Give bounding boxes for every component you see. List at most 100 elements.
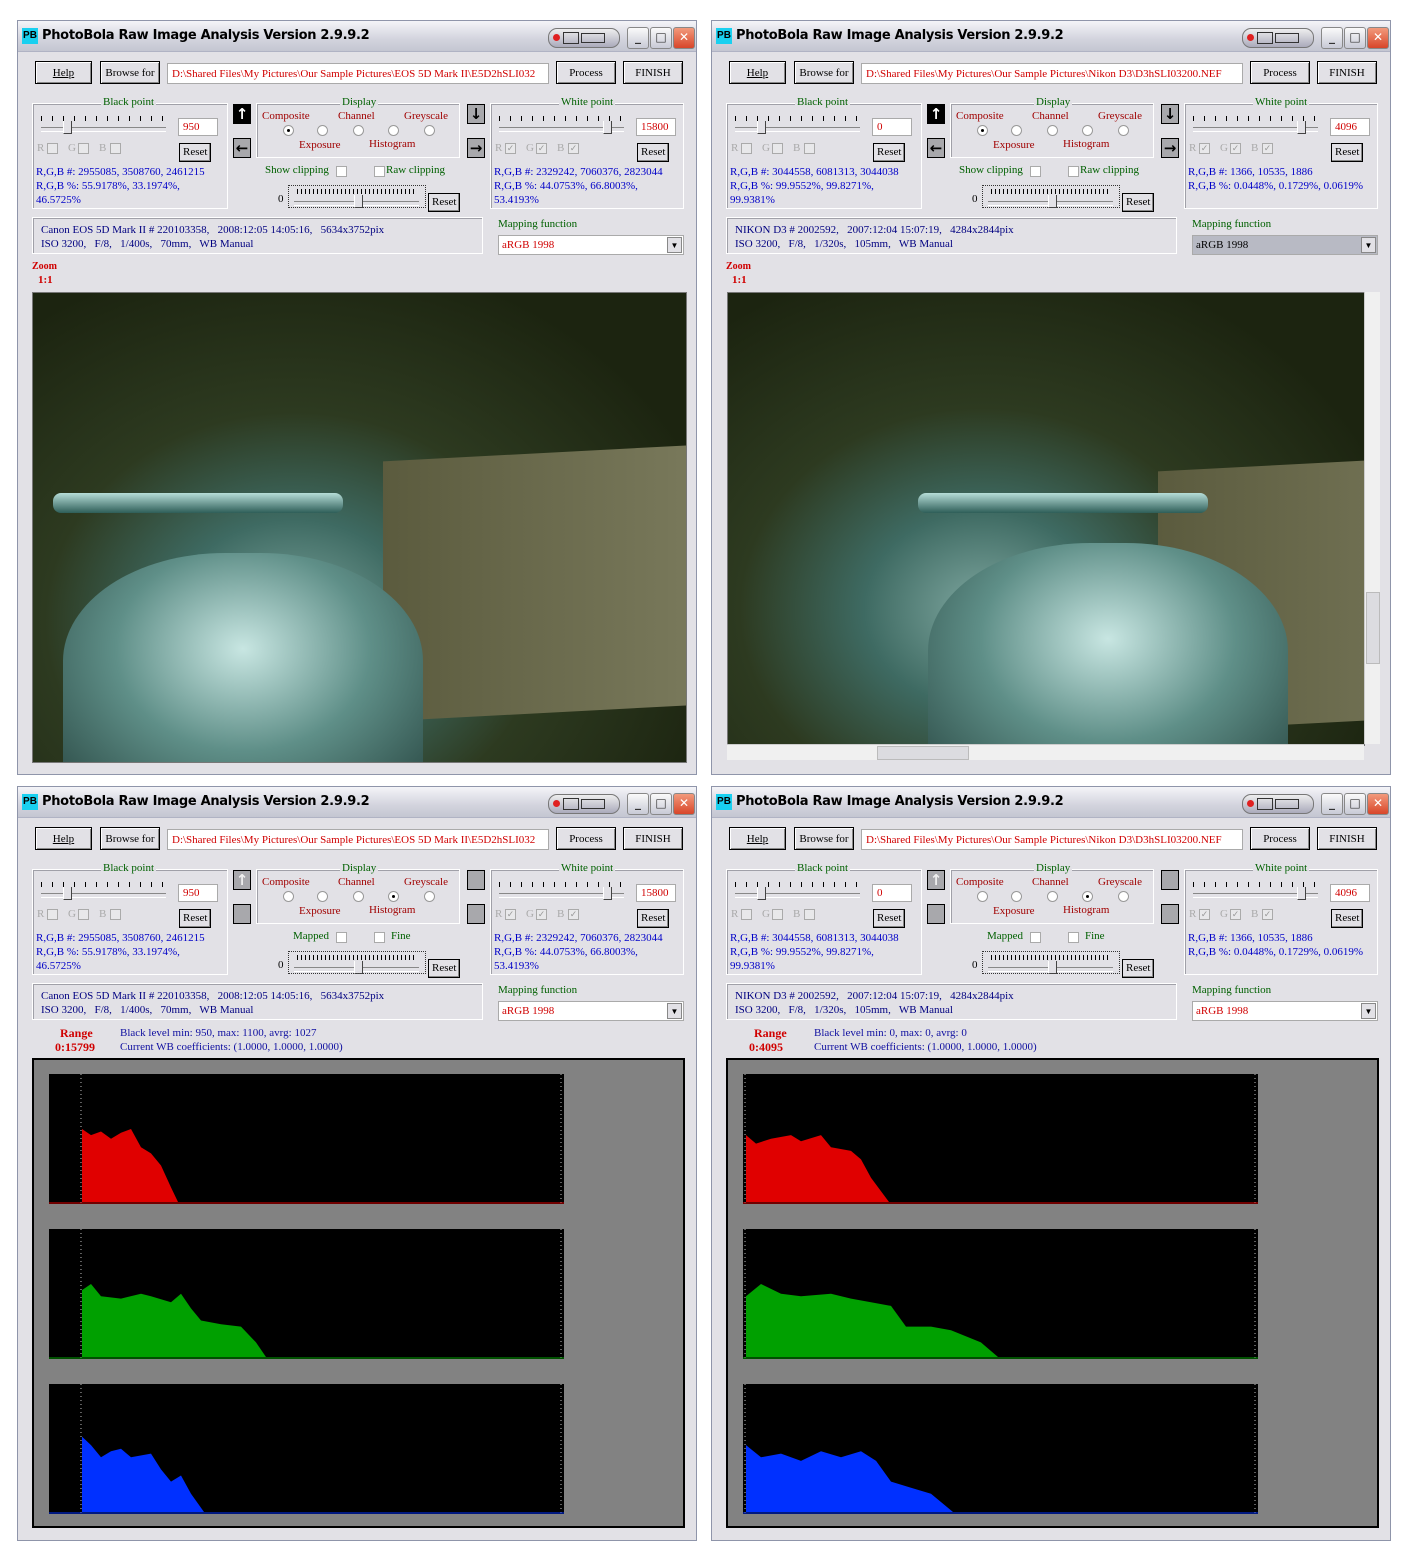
- blank-button-right-bottom[interactable]: [467, 904, 485, 924]
- white-point-value-field[interactable]: 4096: [1330, 118, 1370, 136]
- exposure-reset-button[interactable]: Reset: [1122, 959, 1155, 978]
- mapping-function-select[interactable]: aRGB 1998 ▼: [1192, 235, 1378, 255]
- black-point-value-field[interactable]: 0: [872, 884, 912, 902]
- blank-button-left[interactable]: [233, 904, 251, 924]
- process-button[interactable]: Process: [1250, 61, 1310, 84]
- white-point-g-checkbox[interactable]: ✓: [1230, 143, 1241, 154]
- help-button[interactable]: Help: [35, 61, 92, 84]
- black-point-slider-thumb[interactable]: [757, 887, 766, 900]
- vertical-scrollbar[interactable]: [1364, 292, 1380, 744]
- white-point-r-checkbox[interactable]: ✓: [1199, 143, 1210, 154]
- chevron-down-icon[interactable]: ▼: [1361, 1003, 1376, 1019]
- arrow-right-button[interactable]: →: [467, 138, 485, 158]
- black-point-r-checkbox[interactable]: [741, 909, 752, 920]
- black-point-g-checkbox[interactable]: [78, 143, 89, 154]
- file-path-field[interactable]: D:\Shared Files\My Pictures\Our Sample P…: [861, 63, 1243, 84]
- white-point-b-checkbox[interactable]: ✓: [568, 143, 579, 154]
- exposure-slider-thumb[interactable]: [354, 961, 363, 974]
- arrow-up-button[interactable]: ↑: [927, 870, 945, 890]
- title-bar[interactable]: PB PhotoBola Raw Image Analysis Version …: [18, 21, 696, 52]
- close-button[interactable]: ✕: [1367, 27, 1389, 49]
- arrow-down-button[interactable]: ↓: [467, 104, 485, 124]
- maximize-button[interactable]: □: [1344, 27, 1366, 49]
- white-point-r-checkbox[interactable]: ✓: [505, 143, 516, 154]
- black-point-slider[interactable]: [735, 127, 860, 132]
- arrow-left-button[interactable]: ←: [927, 138, 945, 158]
- title-bar[interactable]: PB PhotoBola Raw Image Analysis Version …: [712, 787, 1390, 818]
- process-button[interactable]: Process: [556, 827, 616, 850]
- exposure-reset-button[interactable]: Reset: [428, 959, 461, 978]
- black-point-value-field[interactable]: 950: [178, 118, 218, 136]
- exposure-slider[interactable]: [288, 185, 426, 208]
- arrow-up-button[interactable]: ↑: [233, 870, 251, 890]
- radio-exposure[interactable]: [317, 891, 328, 902]
- option1-checkbox[interactable]: [1030, 166, 1041, 177]
- black-point-slider-thumb[interactable]: [757, 121, 766, 134]
- white-point-r-checkbox[interactable]: ✓: [505, 909, 516, 920]
- white-point-b-checkbox[interactable]: ✓: [1262, 143, 1273, 154]
- black-point-r-checkbox[interactable]: [741, 143, 752, 154]
- black-point-r-checkbox[interactable]: [47, 143, 58, 154]
- vertical-scroll-thumb[interactable]: [1366, 592, 1380, 664]
- blank-button-left[interactable]: [927, 904, 945, 924]
- radio-composite[interactable]: [283, 891, 294, 902]
- radio-channel[interactable]: [353, 125, 364, 136]
- raw-image-preview[interactable]: [32, 292, 687, 763]
- minimize-button[interactable]: _: [627, 27, 649, 49]
- process-button[interactable]: Process: [1250, 827, 1310, 850]
- window-tools-icon[interactable]: [1242, 28, 1314, 48]
- window-tools-icon[interactable]: [1242, 794, 1314, 814]
- horizontal-scroll-thumb[interactable]: [877, 746, 969, 760]
- radio-exposure[interactable]: [1011, 891, 1022, 902]
- blank-button-right-top[interactable]: [467, 870, 485, 890]
- radio-composite[interactable]: [283, 125, 294, 136]
- finish-button[interactable]: FINISH: [1317, 827, 1377, 850]
- chevron-down-icon[interactable]: ▼: [667, 237, 682, 253]
- browse-button[interactable]: Browse for: [100, 61, 160, 84]
- arrow-up-button[interactable]: ↑: [233, 104, 251, 124]
- black-point-g-checkbox[interactable]: [78, 909, 89, 920]
- mapping-function-select[interactable]: aRGB 1998 ▼: [498, 235, 684, 255]
- radio-histogram[interactable]: [1082, 891, 1093, 902]
- exposure-slider-thumb[interactable]: [1048, 195, 1057, 208]
- black-point-b-checkbox[interactable]: [804, 143, 815, 154]
- white-point-slider-thumb[interactable]: [603, 121, 612, 134]
- close-button[interactable]: ✕: [673, 793, 695, 815]
- arrow-left-button[interactable]: ←: [233, 138, 251, 158]
- option2-checkbox[interactable]: [374, 932, 385, 943]
- file-path-field[interactable]: D:\Shared Files\My Pictures\Our Sample P…: [167, 63, 549, 84]
- help-button[interactable]: Help: [35, 827, 92, 850]
- finish-button[interactable]: FINISH: [1317, 61, 1377, 84]
- option1-checkbox[interactable]: [336, 166, 347, 177]
- minimize-button[interactable]: _: [1321, 27, 1343, 49]
- black-point-slider[interactable]: [41, 127, 166, 132]
- raw-image-preview[interactable]: [727, 292, 1365, 746]
- radio-channel[interactable]: [1047, 891, 1058, 902]
- radio-exposure[interactable]: [1011, 125, 1022, 136]
- browse-button[interactable]: Browse for: [794, 827, 854, 850]
- radio-histogram[interactable]: [388, 891, 399, 902]
- exposure-slider[interactable]: [982, 951, 1120, 974]
- white-point-g-checkbox[interactable]: ✓: [536, 909, 547, 920]
- finish-button[interactable]: FINISH: [623, 827, 683, 850]
- black-point-slider-thumb[interactable]: [63, 121, 72, 134]
- window-tools-icon[interactable]: [548, 28, 620, 48]
- minimize-button[interactable]: _: [1321, 793, 1343, 815]
- arrow-right-button[interactable]: →: [1161, 138, 1179, 158]
- close-button[interactable]: ✕: [673, 27, 695, 49]
- title-bar[interactable]: PB PhotoBola Raw Image Analysis Version …: [18, 787, 696, 818]
- maximize-button[interactable]: □: [1344, 793, 1366, 815]
- close-button[interactable]: ✕: [1367, 793, 1389, 815]
- finish-button[interactable]: FINISH: [623, 61, 683, 84]
- help-button[interactable]: Help: [729, 61, 786, 84]
- black-point-reset-button[interactable]: Reset: [873, 143, 906, 162]
- white-point-slider-thumb[interactable]: [603, 887, 612, 900]
- exposure-reset-button[interactable]: Reset: [1122, 193, 1155, 212]
- black-point-value-field[interactable]: 950: [178, 884, 218, 902]
- white-point-b-checkbox[interactable]: ✓: [568, 909, 579, 920]
- title-bar[interactable]: PB PhotoBola Raw Image Analysis Version …: [712, 21, 1390, 52]
- maximize-button[interactable]: □: [650, 793, 672, 815]
- mapping-function-select[interactable]: aRGB 1998 ▼: [498, 1001, 684, 1021]
- black-point-slider[interactable]: [735, 893, 860, 898]
- radio-channel[interactable]: [353, 891, 364, 902]
